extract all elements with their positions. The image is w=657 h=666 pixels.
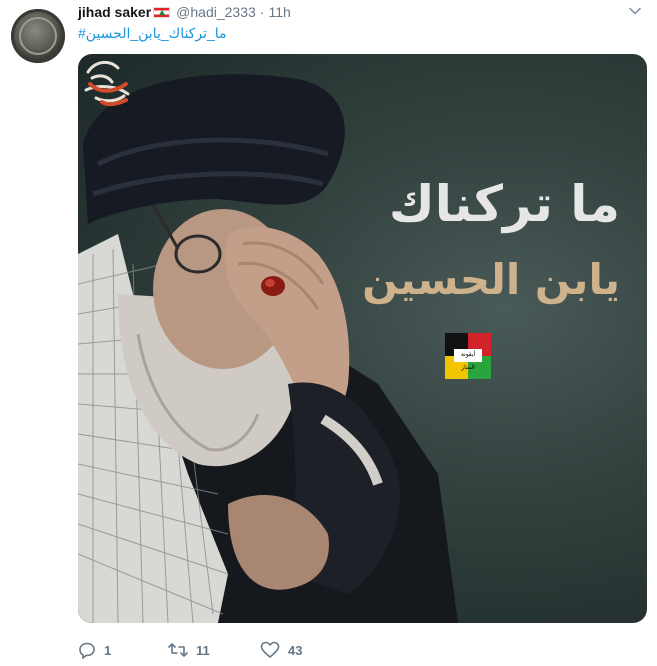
like-count: 43 bbox=[288, 642, 303, 658]
portrait-illustration bbox=[78, 74, 458, 623]
chevron-down-icon[interactable] bbox=[628, 4, 642, 18]
tweet-actions: 1 11 43 bbox=[78, 638, 350, 662]
reply-button[interactable]: 1 bbox=[78, 641, 168, 659]
author-handle[interactable]: @hadi_2333 bbox=[176, 4, 256, 20]
lebanon-flag-icon bbox=[153, 6, 171, 18]
retweet-icon bbox=[168, 643, 188, 657]
tweet[interactable]: jihad saker @hadi_2333 · 11h #ما_تركناك_… bbox=[0, 0, 657, 666]
author-name[interactable]: jihad saker bbox=[78, 4, 151, 20]
media-title: ما تركناك bbox=[388, 175, 620, 233]
avatar-ring bbox=[19, 17, 57, 55]
retweet-button[interactable]: 11 bbox=[168, 641, 260, 659]
calligraphy-logo bbox=[84, 61, 130, 107]
reply-count: 1 bbox=[104, 642, 112, 658]
media-subtitle: يابن الحسين bbox=[362, 255, 620, 304]
heart-icon bbox=[260, 641, 280, 658]
separator: · bbox=[259, 4, 265, 20]
avatar[interactable] bbox=[11, 9, 65, 63]
retweet-count: 11 bbox=[196, 642, 210, 658]
tweet-timestamp[interactable]: 11h bbox=[268, 4, 290, 20]
like-button[interactable]: 43 bbox=[260, 641, 350, 659]
channel-logo: أيقونة المنار bbox=[445, 333, 491, 379]
tweet-media-image[interactable]: ما تركناك يابن الحسين أيقونة المنار bbox=[78, 54, 647, 623]
channel-logo-label: أيقونة المنار bbox=[454, 349, 482, 371]
hashtag-link[interactable]: #ما_تركناك_يابن_الحسين bbox=[78, 25, 227, 42]
reply-icon bbox=[79, 642, 95, 659]
tweet-header: jihad saker @hadi_2333 · 11h bbox=[78, 2, 291, 22]
